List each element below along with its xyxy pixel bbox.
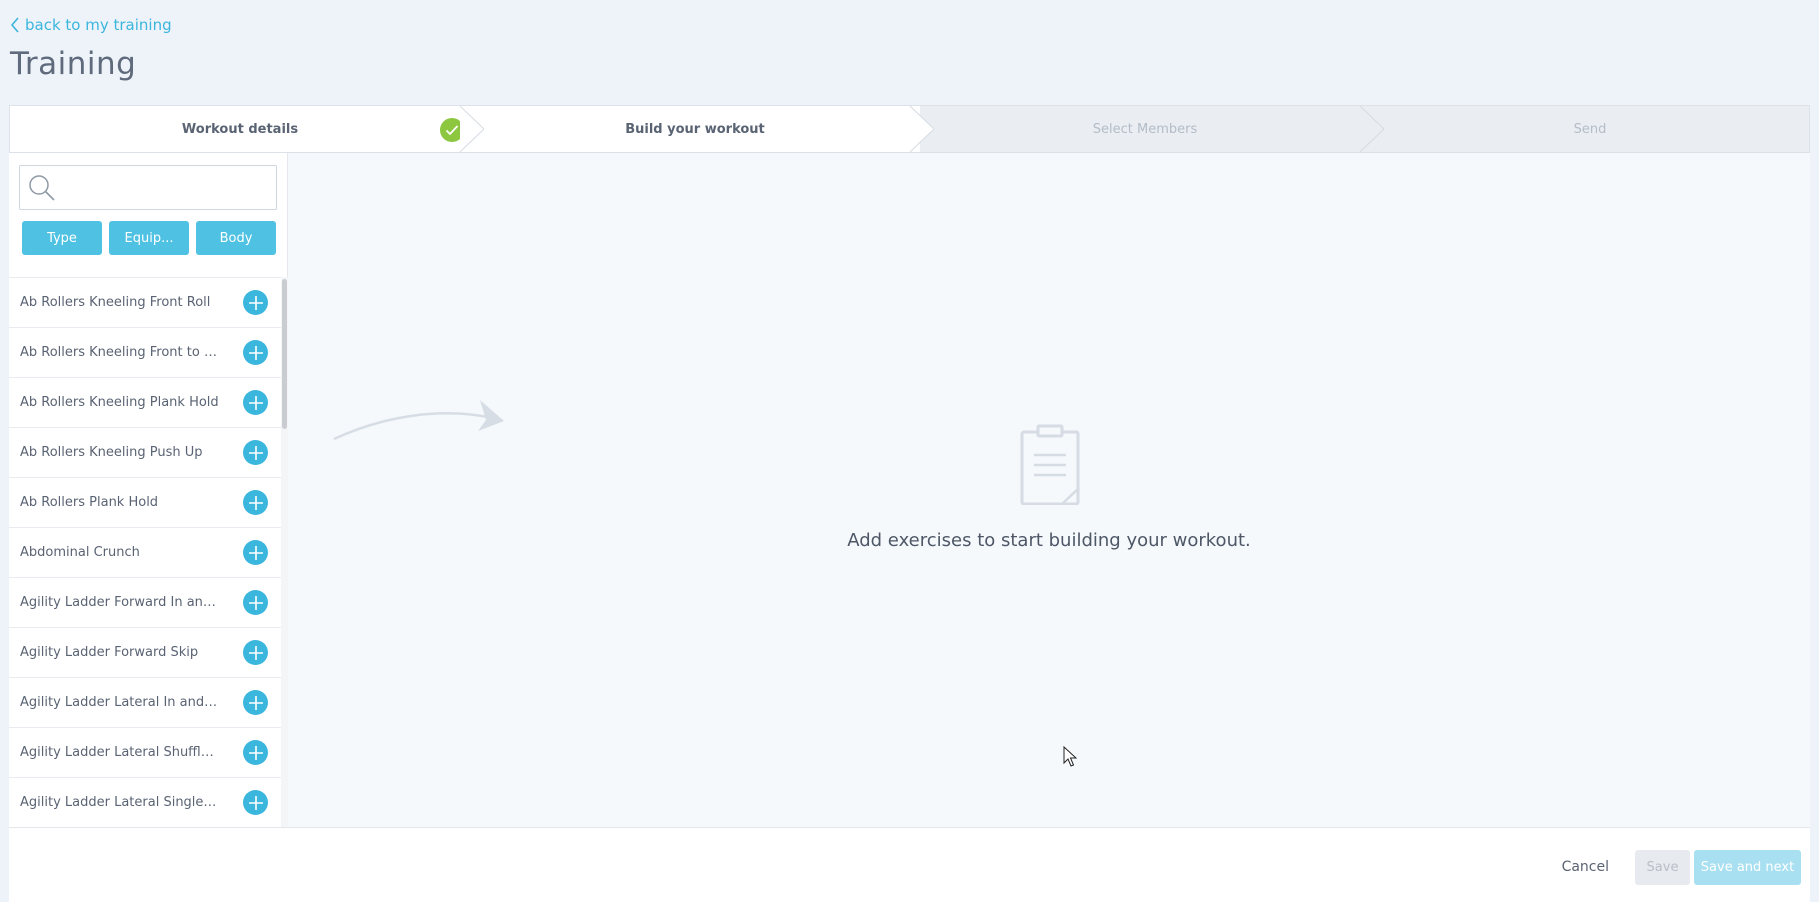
plus-icon [248, 445, 263, 460]
topbar: back to my training [10, 14, 172, 36]
exercise-name: Ab Rollers Kneeling Front Roll [20, 295, 211, 310]
search-icon [29, 174, 55, 201]
exercise-name: Agility Ladder Forward In and Out ... [20, 595, 220, 610]
scrollbar-thumb[interactable] [282, 279, 287, 429]
step-label: Workout details [181, 121, 299, 137]
step-select-members[interactable]: Select Members [920, 106, 1370, 152]
plus-icon [248, 695, 263, 710]
plus-icon [248, 395, 263, 410]
step-divider [460, 106, 484, 152]
step-build-workout[interactable]: Build your workout [470, 106, 920, 152]
plus-icon [248, 345, 263, 360]
exercise-item[interactable]: Agility Ladder Forward In and Out ... [9, 578, 281, 628]
step-label: Select Members [1092, 121, 1198, 137]
add-exercise-button[interactable] [243, 290, 268, 315]
exercise-item[interactable]: Agility Ladder Lateral In and Out R... [9, 678, 281, 728]
exercise-name: Agility Ladder Lateral Shuffle Lunge [20, 745, 220, 760]
exercise-name: Agility Ladder Lateral In and Out R... [20, 695, 220, 710]
add-exercise-button[interactable] [243, 590, 268, 615]
exercise-name: Agility Ladder Forward Skip [20, 645, 199, 660]
exercise-name: Abdominal Crunch [20, 545, 140, 560]
add-exercise-button[interactable] [243, 540, 268, 565]
add-exercise-button[interactable] [243, 390, 268, 415]
plus-icon [248, 495, 263, 510]
exercise-name: Ab Rollers Plank Hold [20, 495, 159, 510]
type-filter-button[interactable]: Type [22, 221, 102, 255]
add-exercise-button[interactable] [243, 440, 268, 465]
empty-state-message: Add exercises to start building your wor… [847, 530, 1251, 551]
add-exercise-button[interactable] [243, 490, 268, 515]
workflow-stepper: Workout details Build your workout Selec… [9, 105, 1810, 153]
plus-icon [248, 595, 263, 610]
page-title: Training [10, 46, 137, 82]
add-exercise-button[interactable] [243, 790, 268, 815]
exercise-item[interactable]: Agility Ladder Lateral Shuffle Lunge [9, 728, 281, 778]
exercise-item[interactable]: Ab Rollers Kneeling Push Up [9, 428, 281, 478]
cancel-button[interactable]: Cancel [1562, 859, 1609, 875]
workout-builder-area: Add exercises to start building your wor… [288, 153, 1810, 827]
step-label: Send [1573, 121, 1607, 137]
plus-icon [248, 795, 263, 810]
exercise-item[interactable]: Agility Ladder Lateral Single Leg H... [9, 778, 281, 827]
exercise-item[interactable]: Ab Rollers Kneeling Plank Hold [9, 378, 281, 428]
plus-icon [248, 645, 263, 660]
add-exercise-button[interactable] [243, 690, 268, 715]
exercise-library-panel: Type Equip... Body Ab Rollers Kneeling F… [9, 153, 288, 827]
step-divider [910, 106, 934, 152]
exercise-name: Ab Rollers Kneeling Push Up [20, 445, 203, 460]
exercise-name: Ab Rollers Kneeling Plank Hold [20, 395, 219, 410]
exercise-name: Ab Rollers Kneeling Front to Side R... [20, 345, 220, 360]
exercise-item[interactable]: Abdominal Crunch [9, 528, 281, 578]
back-link-label: back to my training [25, 16, 172, 34]
filter-row: Type Equip... Body [22, 221, 276, 255]
body-filter-button[interactable]: Body [196, 221, 276, 255]
mouse-cursor-icon [1063, 746, 1077, 767]
exercise-item[interactable]: Ab Rollers Plank Hold [9, 478, 281, 528]
add-exercise-button[interactable] [243, 640, 268, 665]
step-send[interactable]: Send [1370, 106, 1809, 152]
equipment-filter-button[interactable]: Equip... [109, 221, 189, 255]
save-button[interactable]: Save [1635, 850, 1690, 885]
clipboard-icon [1020, 424, 1080, 505]
search-input[interactable] [62, 166, 276, 209]
add-exercise-button[interactable] [243, 340, 268, 365]
save-and-next-button[interactable]: Save and next [1694, 850, 1801, 885]
plus-icon [248, 745, 263, 760]
step-divider [1360, 106, 1384, 152]
exercise-item[interactable]: Ab Rollers Kneeling Front Roll [9, 278, 281, 328]
arrow-illustration-icon [333, 400, 504, 441]
exercise-item[interactable]: Ab Rollers Kneeling Front to Side R... [9, 328, 281, 378]
add-exercise-button[interactable] [243, 740, 268, 765]
plus-icon [248, 295, 263, 310]
exercise-item[interactable]: Agility Ladder Forward Skip [9, 628, 281, 678]
footer-actions: Cancel Save Save and next [9, 827, 1810, 902]
plus-icon [248, 545, 263, 560]
chevron-left-icon [10, 17, 19, 33]
step-label: Build your workout [625, 121, 765, 137]
search-box[interactable] [19, 165, 277, 210]
back-to-training-link[interactable]: back to my training [10, 16, 172, 34]
exercise-list: Ab Rollers Kneeling Front Roll Ab Rollers… [9, 277, 281, 827]
exercise-name: Agility Ladder Lateral Single Leg H... [20, 795, 220, 810]
step-workout-details[interactable]: Workout details [10, 106, 470, 152]
